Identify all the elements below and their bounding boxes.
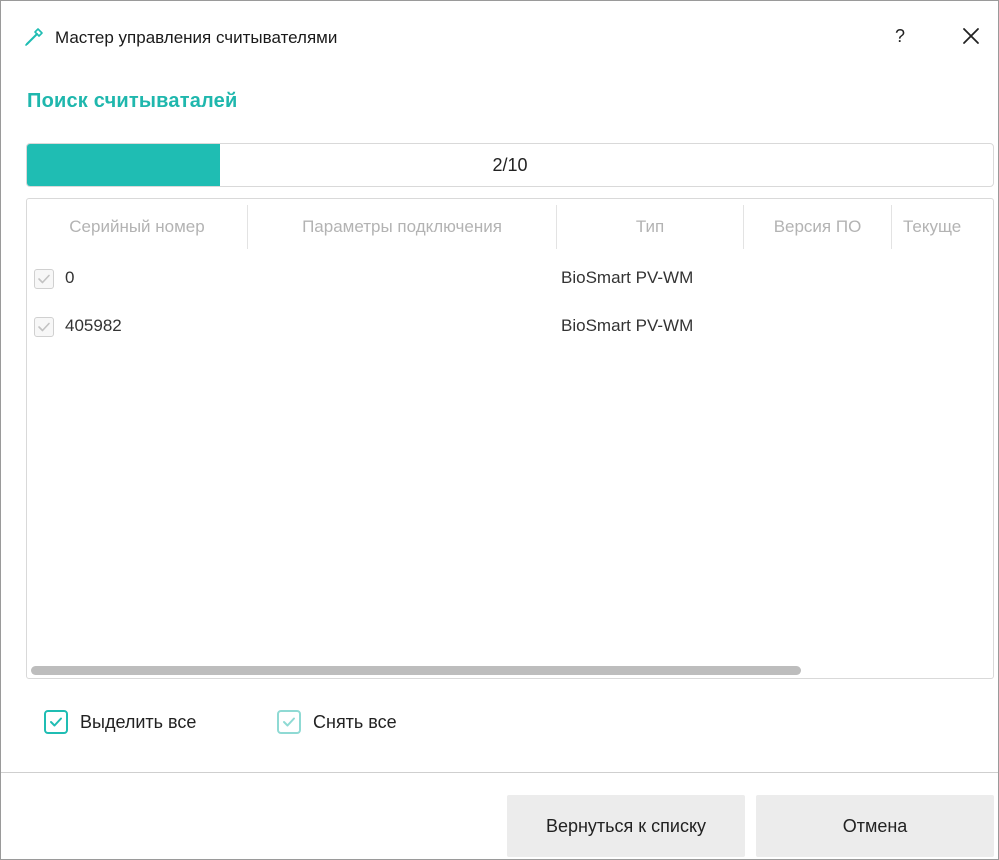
column-header-serial[interactable]: Серийный номер (27, 199, 247, 255)
wand-icon (23, 26, 45, 48)
search-progress-bar: 2/10 (26, 143, 994, 187)
column-divider[interactable] (891, 205, 892, 249)
select-all-label[interactable]: Выделить все (80, 712, 196, 733)
cell-type: BioSmart PV-WM (561, 316, 694, 335)
select-all-control[interactable]: Выделить все (44, 708, 234, 738)
deselect-all-control[interactable]: Снять все (277, 708, 427, 738)
progress-text: 2/10 (492, 155, 528, 175)
table-row[interactable]: 0 BioSmart PV-WM (27, 259, 993, 299)
deselect-all-label[interactable]: Снять все (313, 712, 397, 733)
cell-serial: 405982 (65, 316, 122, 335)
cancel-button[interactable]: Отмена (756, 795, 994, 857)
column-header-current[interactable]: Текуще (903, 199, 993, 255)
back-to-list-button[interactable]: Вернуться к списку (507, 795, 745, 857)
table-row[interactable]: 405982 BioSmart PV-WM (27, 307, 993, 347)
title-bar: Мастер управления считывателями ? (1, 1, 998, 71)
reader-wizard-dialog: Мастер управления считывателями ? Поиск … (0, 0, 999, 860)
column-header-type[interactable]: Тип (557, 199, 743, 255)
readers-table: Серийный номер Параметры подключения Тип… (26, 198, 994, 679)
horizontal-scrollbar[interactable] (31, 666, 801, 675)
column-header-connection[interactable]: Параметры подключения (248, 199, 556, 255)
row-checkbox[interactable] (34, 269, 54, 289)
help-button[interactable]: ? (885, 21, 915, 51)
window-title: Мастер управления считывателями (55, 28, 338, 47)
column-header-firmware[interactable]: Версия ПО (744, 199, 891, 255)
section-title: Поиск считываталей (27, 90, 238, 112)
table-header: Серийный номер Параметры подключения Тип… (27, 199, 993, 255)
deselect-all-checkbox[interactable] (277, 710, 301, 734)
close-button[interactable] (956, 21, 986, 51)
cell-type: BioSmart PV-WM (561, 268, 694, 287)
row-checkbox[interactable] (34, 317, 54, 337)
close-icon (956, 28, 986, 55)
select-all-checkbox[interactable] (44, 710, 68, 734)
cell-serial: 0 (65, 268, 75, 287)
footer-divider (1, 772, 998, 773)
